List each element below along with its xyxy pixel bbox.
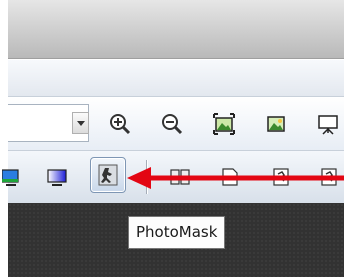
zoom-out-icon[interactable] bbox=[160, 112, 184, 136]
photomask-tooltip: PhotoMask bbox=[128, 216, 226, 249]
color-swatch-icon[interactable] bbox=[2, 165, 22, 189]
photomask-button[interactable] bbox=[90, 157, 126, 193]
gradient-icon[interactable] bbox=[46, 165, 70, 189]
window-edge bbox=[0, 0, 8, 277]
menu-strip bbox=[8, 60, 344, 96]
zoom-in-icon[interactable] bbox=[108, 112, 132, 136]
fit-image-icon[interactable] bbox=[212, 112, 236, 136]
dropdown-arrow-icon[interactable] bbox=[72, 112, 89, 134]
slideshow-icon[interactable] bbox=[316, 112, 340, 136]
title-bar bbox=[8, 0, 344, 59]
red-arrow-annotation bbox=[127, 167, 344, 189]
zoom-combo[interactable] bbox=[8, 104, 89, 142]
photomask-icon bbox=[98, 164, 118, 186]
actual-size-icon[interactable] bbox=[264, 112, 288, 136]
